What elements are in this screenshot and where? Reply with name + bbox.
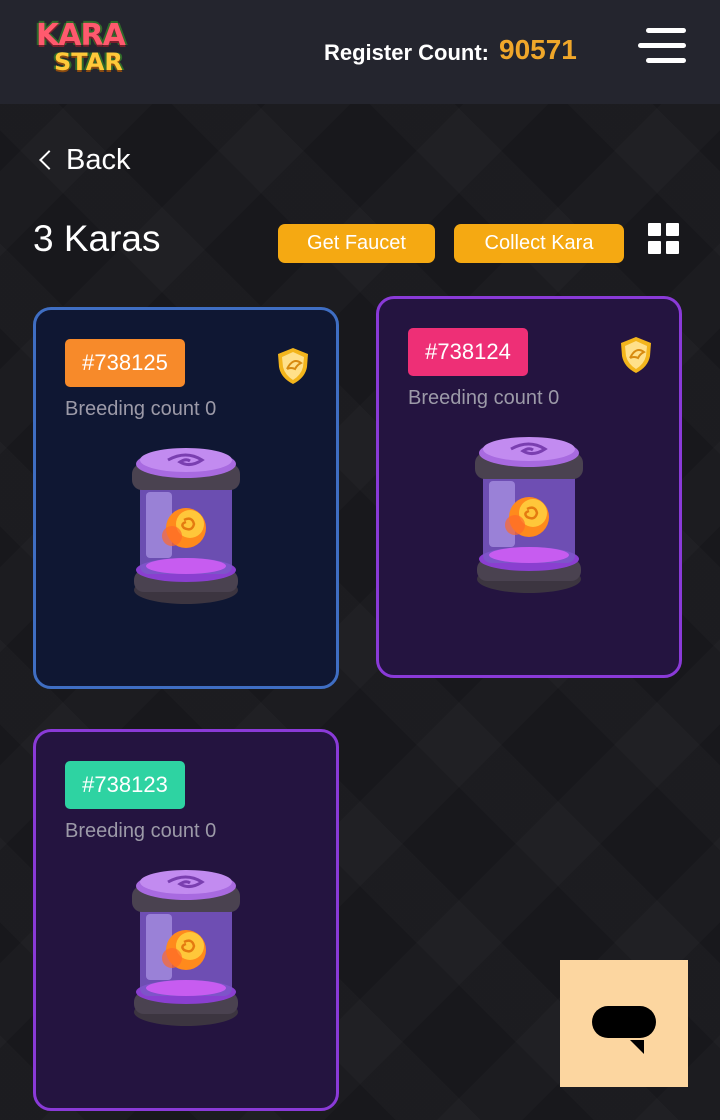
breeding-count-label: Breeding count 0: [408, 387, 560, 409]
chevron-left-icon: [39, 150, 59, 170]
back-label: Back: [66, 143, 131, 176]
karas-count-title: 3 Karas: [33, 218, 161, 259]
kara-id-tag: #738125: [65, 339, 185, 387]
shield-badge-icon: [276, 347, 310, 385]
kara-id-tag: #738124: [408, 328, 528, 376]
register-count-label: Register Count:: [324, 40, 489, 65]
grid-view-icon[interactable]: [648, 223, 679, 254]
collect-kara-button[interactable]: Collect Kara: [454, 224, 624, 263]
chat-bubble-icon: [592, 1006, 656, 1038]
hamburger-menu-icon[interactable]: [636, 26, 688, 68]
register-count-value: 90571: [499, 34, 577, 65]
kara-card-2[interactable]: #738124 Breeding count 0: [376, 296, 682, 678]
egg-jar-image: [128, 442, 244, 612]
kara-star-logo[interactable]: KARA STAR: [30, 12, 150, 82]
logo-text-bottom: STAR: [54, 48, 123, 76]
egg-jar-image: [471, 431, 587, 601]
egg-jar-image: [128, 864, 244, 1034]
breeding-count-label: Breeding count 0: [65, 398, 217, 420]
kara-id-tag: #738123: [65, 761, 185, 809]
back-button[interactable]: Back: [36, 140, 130, 180]
kara-card-1[interactable]: #738125 Breeding count 0: [33, 307, 339, 689]
shield-badge-icon: [619, 336, 653, 374]
breeding-count-label: Breeding count 0: [65, 820, 217, 842]
top-bar: KARA STAR Register Count: 90571: [0, 0, 720, 104]
chat-support-button[interactable]: [560, 960, 688, 1087]
get-faucet-button[interactable]: Get Faucet: [278, 224, 435, 263]
kara-card-3[interactable]: #738123 Breeding count 0: [33, 729, 339, 1111]
